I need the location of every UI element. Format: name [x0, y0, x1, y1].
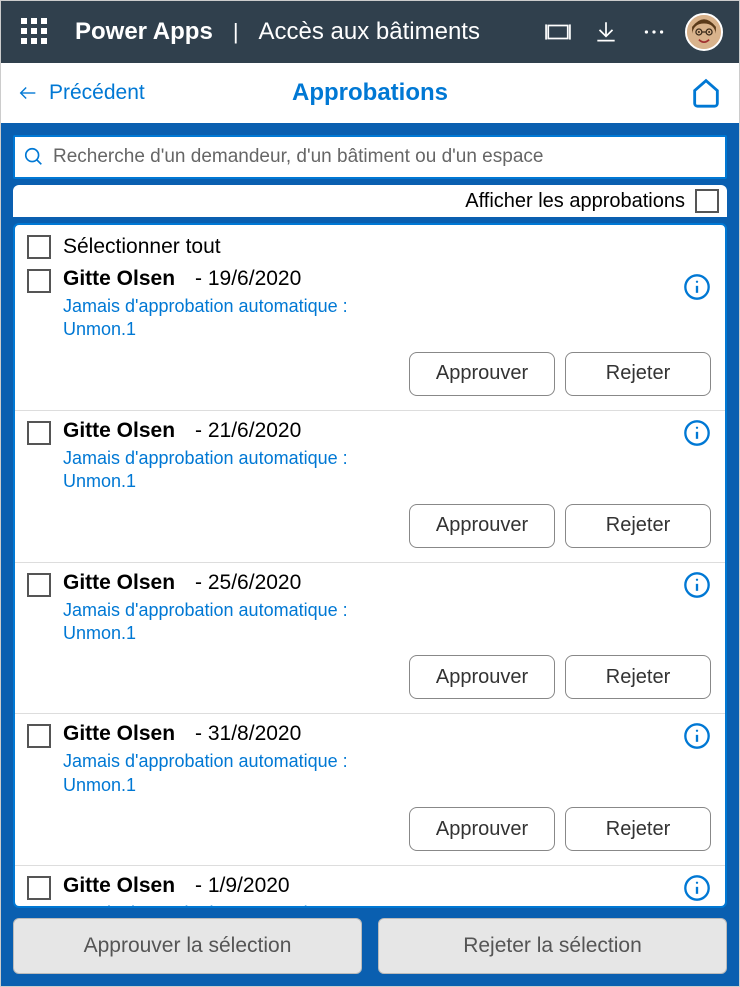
info-icon	[683, 722, 711, 750]
home-icon	[689, 75, 723, 109]
info-button[interactable]	[683, 571, 711, 602]
avatar-icon	[687, 13, 721, 51]
item-name: Gitte Olsen	[63, 874, 175, 898]
approve-selection-button[interactable]: Approuver la sélection	[13, 918, 362, 974]
approval-item: Gitte Olsen - 31/8/2020 Jamais d'approba…	[15, 713, 725, 865]
item-name: Gitte Olsen	[63, 571, 175, 595]
reject-button[interactable]: Rejeter	[565, 352, 711, 396]
info-button[interactable]	[683, 722, 711, 753]
back-label: Précédent	[49, 81, 145, 105]
item-date: - 19/6/2020	[195, 267, 301, 291]
item-note: Jamais d'approbation automatique : Unmon…	[63, 295, 403, 342]
item-checkbox[interactable]	[27, 421, 51, 445]
item-checkbox[interactable]	[27, 724, 51, 748]
approve-button[interactable]: Approuver	[409, 807, 555, 851]
approval-item: Gitte Olsen - 21/6/2020 Jamais d'approba…	[15, 410, 725, 562]
select-all-label: Sélectionner tout	[63, 235, 221, 259]
approval-item: Gitte Olsen - 25/6/2020 Jamais d'approba…	[15, 562, 725, 714]
approval-item: Gitte Olsen - 1/9/2020 Jamais d'approbat…	[15, 865, 725, 906]
info-button[interactable]	[683, 273, 711, 304]
item-note: Jamais d'approbation automatique : Unmon…	[63, 902, 403, 906]
item-checkbox[interactable]	[27, 573, 51, 597]
back-arrow-icon	[17, 82, 39, 104]
fit-screen-icon	[545, 19, 571, 45]
back-button[interactable]: Précédent	[17, 81, 145, 105]
more-button[interactable]	[637, 15, 671, 49]
reject-button[interactable]: Rejeter	[565, 807, 711, 851]
waffle-menu[interactable]	[17, 14, 61, 50]
info-button[interactable]	[683, 419, 711, 450]
approval-item: Gitte Olsen - 19/6/2020 Jamais d'approba…	[15, 265, 725, 410]
item-note: Jamais d'approbation automatique : Unmon…	[63, 599, 403, 646]
download-icon	[593, 19, 619, 45]
show-approvals-checkbox[interactable]	[695, 189, 719, 213]
reject-selection-button[interactable]: Rejeter la sélection	[378, 918, 727, 974]
app-title: Accès aux bâtiments	[259, 18, 480, 46]
select-all-checkbox[interactable]	[27, 235, 51, 259]
approve-button[interactable]: Approuver	[409, 352, 555, 396]
avatar[interactable]	[685, 13, 723, 51]
approve-button[interactable]: Approuver	[409, 504, 555, 548]
info-icon	[683, 571, 711, 599]
item-date: - 1/9/2020	[195, 874, 290, 898]
reject-button[interactable]: Rejeter	[565, 504, 711, 548]
item-note: Jamais d'approbation automatique : Unmon…	[63, 750, 403, 797]
item-date: - 25/6/2020	[195, 571, 301, 595]
item-date: - 31/8/2020	[195, 722, 301, 746]
info-icon	[683, 874, 711, 902]
item-date: - 21/6/2020	[195, 419, 301, 443]
search-input[interactable]	[53, 146, 717, 168]
waffle-icon	[21, 18, 49, 46]
download-button[interactable]	[589, 15, 623, 49]
search-box[interactable]	[13, 135, 727, 179]
fit-screen-button[interactable]	[541, 15, 575, 49]
item-name: Gitte Olsen	[63, 267, 175, 291]
home-button[interactable]	[689, 75, 723, 112]
more-icon	[641, 19, 667, 45]
app-name: Power Apps	[75, 18, 213, 46]
info-icon	[683, 419, 711, 447]
search-icon	[23, 146, 45, 168]
item-checkbox[interactable]	[27, 269, 51, 293]
approve-button[interactable]: Approuver	[409, 655, 555, 699]
info-icon	[683, 273, 711, 301]
item-note: Jamais d'approbation automatique : Unmon…	[63, 447, 403, 494]
show-approvals-label: Afficher les approbations	[465, 190, 685, 213]
title-divider: |	[233, 19, 239, 45]
info-button[interactable]	[683, 874, 711, 905]
item-name: Gitte Olsen	[63, 722, 175, 746]
item-checkbox[interactable]	[27, 876, 51, 900]
item-name: Gitte Olsen	[63, 419, 175, 443]
reject-button[interactable]: Rejeter	[565, 655, 711, 699]
